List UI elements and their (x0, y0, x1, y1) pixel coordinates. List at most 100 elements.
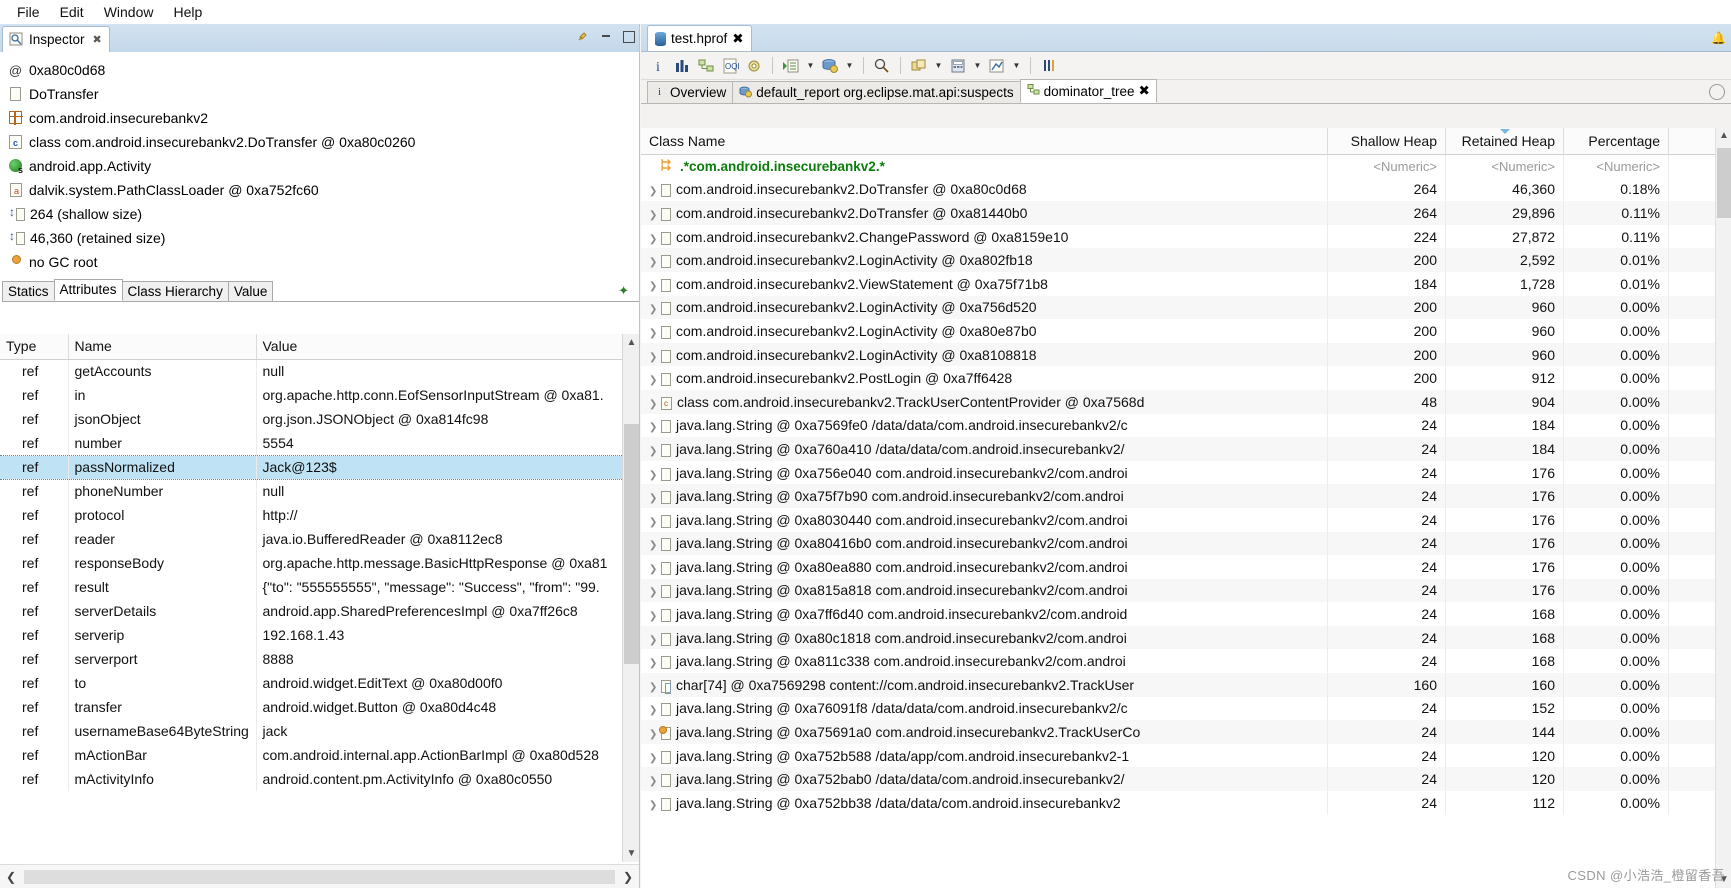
expand-chevron-icon[interactable]: ❯ (649, 281, 661, 292)
table-row[interactable]: ❯ java.lang.String @ 0xa752bab0 /data/dat… (641, 767, 1731, 792)
expand-chevron-icon[interactable]: ❯ (649, 257, 661, 268)
scroll-up-icon[interactable]: ▲ (623, 334, 640, 351)
inspector-row[interactable]: no GC root (6, 250, 639, 274)
inner-tab-dominator_tree[interactable]: dominator_tree ✖ (1019, 79, 1157, 103)
expand-chevron-icon[interactable]: ❯ (649, 658, 661, 669)
table-row[interactable]: ref protocol http:// (0, 503, 639, 527)
class-name-cell[interactable]: ❯ java.lang.String @ 0xa75691a0 com.andro… (641, 720, 1328, 744)
expand-chevron-icon[interactable]: ❯ (649, 399, 661, 410)
close-icon[interactable]: ✖ (732, 31, 743, 47)
expand-chevron-icon[interactable]: ❯ (649, 422, 661, 433)
inspector-row[interactable]: @0xa80c0d68 (6, 58, 639, 82)
chevron-down-icon[interactable]: ▼ (845, 61, 854, 70)
class-name-cell[interactable]: ❯ java.lang.String @ 0xa752bb38 /data/dat… (641, 791, 1328, 815)
inspector-row[interactable]: DoTransfer (6, 82, 639, 106)
table-row[interactable]: ❯ java.lang.String @ 0xa756e040 com.andro… (641, 460, 1731, 485)
col-header-value[interactable]: Value (256, 334, 639, 360)
search-icon[interactable] (873, 57, 891, 75)
table-row[interactable]: ❯ com.android.insecurebankv2.LoginActivit… (641, 342, 1731, 367)
class-name-cell[interactable]: ❯ com.android.insecurebankv2.LoginActivit… (641, 319, 1328, 343)
expand-chevron-icon[interactable]: ❯ (649, 800, 661, 811)
maximize-icon[interactable] (622, 30, 635, 43)
inspector-row[interactable]: 46,360 (retained size) (6, 226, 639, 250)
table-row[interactable]: ref serverport 8888 (0, 647, 639, 671)
subtab-class-hierarchy[interactable]: Class Hierarchy (121, 281, 229, 301)
scroll-up-icon[interactable]: ▲ (1716, 128, 1731, 144)
table-row[interactable]: ❯ java.lang.String @ 0xa75691a0 com.andro… (641, 720, 1731, 744)
expand-chevron-icon[interactable]: ❯ (649, 210, 661, 221)
table-row[interactable]: ref number 5554 (0, 431, 639, 455)
scroll-down-icon[interactable]: ▼ (623, 845, 640, 862)
close-icon[interactable]: ✖ (1138, 83, 1149, 99)
table-row[interactable]: ref in org.apache.http.conn.EofSensorInput… (0, 383, 639, 407)
table-row[interactable]: ref getAccounts null (0, 359, 639, 383)
expand-chevron-icon[interactable]: ❯ (649, 564, 661, 575)
expand-chevron-icon[interactable]: ❯ (649, 328, 661, 339)
class-name-cell[interactable]: ❯ class com.android.insecurebankv2.TrackU… (641, 389, 1328, 414)
table-row[interactable]: ❯ java.lang.String @ 0xa80ea880 com.andro… (641, 555, 1731, 579)
table-row[interactable]: ref passNormalized Jack@123$ (0, 454, 639, 480)
table-row[interactable]: ❯ java.lang.String @ 0xa7ff6d40 com.andro… (641, 602, 1731, 626)
expand-chevron-icon[interactable]: ❯ (649, 611, 661, 622)
settings-gear-icon[interactable] (745, 57, 763, 75)
table-row[interactable]: ❯ java.lang.String @ 0xa76091f8 /data/dat… (641, 696, 1731, 721)
class-name-cell[interactable]: ❯ java.lang.String @ 0xa75f7b90 com.andro… (641, 484, 1328, 508)
filter-retained[interactable]: <Numeric> (1445, 154, 1564, 178)
table-row[interactable]: ❯ class com.android.insecurebankv2.TrackU… (641, 389, 1731, 414)
table-row[interactable]: ref result {"to": "555555555", "message": … (0, 575, 639, 599)
tab-inspector[interactable]: Inspector ✖ (2, 26, 110, 52)
table-row[interactable]: ref mActionBar com.android.internal.app.Ac… (0, 743, 639, 767)
class-name-cell[interactable]: ❯ java.lang.String @ 0xa76091f8 /data/dat… (641, 696, 1328, 721)
chevron-down-icon[interactable]: ▼ (806, 61, 815, 70)
class-name-cell[interactable]: ❯ com.android.insecurebankv2.LoginActivit… (641, 248, 1328, 272)
class-name-cell[interactable]: ❯ java.lang.String @ 0xa80ea880 com.andro… (641, 555, 1328, 579)
class-name-cell[interactable]: ❯ com.android.insecurebankv2.DoTransfer @… (641, 177, 1328, 202)
table-row[interactable]: ref transfer android.widget.Button @ 0xa80… (0, 695, 639, 719)
col-header-shallow-heap[interactable]: Shallow Heap (1327, 128, 1446, 155)
table-row[interactable]: ref reader java.io.BufferedReader @ 0xa811… (0, 527, 639, 551)
calculator-icon[interactable] (949, 57, 967, 75)
class-name-cell[interactable]: ❯ java.lang.String @ 0xa760a410 /data/dat… (641, 437, 1328, 461)
scroll-thumb[interactable] (624, 424, 639, 664)
inspections-icon[interactable] (821, 57, 839, 75)
class-name-cell[interactable]: ❯ java.lang.String @ 0xa752bab0 /data/dat… (641, 767, 1328, 792)
class-name-cell[interactable]: ❯ java.lang.String @ 0xa752b588 /data/app… (641, 743, 1328, 768)
table-row[interactable]: ref to android.widget.EditText @ 0xa80d00f… (0, 671, 639, 695)
col-header-type[interactable]: Type (0, 334, 69, 360)
class-name-cell[interactable]: ❯ java.lang.String @ 0xa8030440 com.andro… (641, 507, 1328, 532)
notification-bell-icon[interactable] (1711, 30, 1725, 44)
expand-chevron-icon[interactable]: ❯ (649, 352, 661, 363)
dominator-tree-icon[interactable] (697, 57, 715, 75)
scroll-track[interactable] (24, 869, 615, 884)
table-row[interactable]: ❯ java.lang.String @ 0xa75f7b90 com.andro… (641, 484, 1731, 508)
expand-chevron-icon[interactable]: ❯ (649, 753, 661, 764)
table-row[interactable]: ref mActivityInfo android.content.pm.Activ… (0, 767, 639, 791)
histogram-icon[interactable] (673, 57, 691, 75)
table-row[interactable]: ❯ com.android.insecurebankv2.LoginActivit… (641, 248, 1731, 272)
subtab-attributes[interactable]: Attributes (53, 279, 123, 301)
expand-chevron-icon[interactable]: ❯ (649, 517, 661, 528)
table-row[interactable]: ref responseBody org.apache.http.message.B… (0, 551, 639, 575)
table-row[interactable]: ❯ com.android.insecurebankv2.LoginActivit… (641, 319, 1731, 343)
expand-chevron-icon[interactable]: ❯ (649, 186, 661, 197)
help-circle-icon[interactable] (1709, 84, 1725, 100)
expand-chevron-icon[interactable]: ❯ (649, 470, 661, 481)
table-row[interactable]: ref serverDetails android.app.SharedPrefer… (0, 599, 639, 623)
table-row[interactable]: ❯ java.lang.String @ 0xa760a410 /data/dat… (641, 437, 1731, 461)
inspector-row[interactable]: class com.android.insecurebankv2.DoTrans… (6, 130, 639, 154)
class-name-cell[interactable]: ❯ com.android.insecurebankv2.DoTransfer @… (641, 201, 1328, 225)
scroll-thumb[interactable] (1717, 148, 1731, 218)
col-header-name[interactable]: Name (68, 334, 257, 360)
dominator-tree-vertical-scrollbar[interactable]: ▲ ▼ (1715, 128, 1731, 888)
expand-chevron-icon[interactable]: ❯ (649, 776, 661, 787)
filter-shallow[interactable]: <Numeric> (1327, 154, 1446, 178)
inner-tab-default_report[interactable]: default_report org.eclipse.mat.api:suspe… (732, 81, 1021, 103)
class-name-cell[interactable]: ❯ com.android.insecurebankv2.ViewStatemen… (641, 271, 1328, 296)
expand-chevron-icon[interactable]: ❯ (649, 682, 661, 693)
class-name-cell[interactable]: ❯ com.android.insecurebankv2.LoginActivit… (641, 295, 1328, 320)
pin-icon[interactable]: ✦ (618, 283, 629, 299)
table-row[interactable]: ref usernameBase64ByteString jack (0, 719, 639, 743)
class-name-cell[interactable]: ❯ java.lang.String @ 0xa756e040 com.andro… (641, 460, 1328, 485)
table-row[interactable]: ❯ java.lang.String @ 0xa752bb38 /data/dat… (641, 791, 1731, 815)
expand-chevron-icon[interactable]: ❯ (649, 446, 661, 457)
